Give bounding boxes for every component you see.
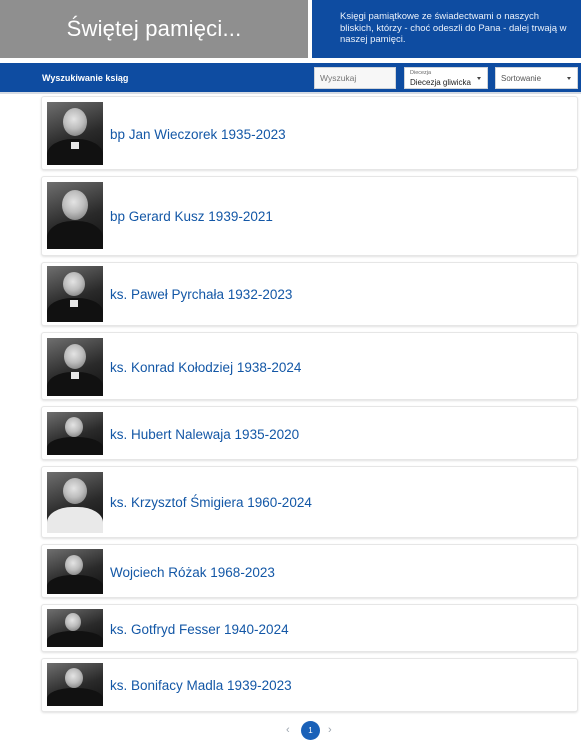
sort-select[interactable]: Sortowanie bbox=[495, 67, 578, 89]
portrait-photo bbox=[47, 549, 103, 594]
banner-title-panel: Świętej pamięci... bbox=[0, 0, 308, 58]
book-list-item[interactable]: bp Gerard Kusz 1939-2021 bbox=[41, 176, 578, 256]
current-page-button[interactable]: 1 bbox=[301, 721, 320, 740]
portrait-photo bbox=[47, 102, 103, 165]
sort-select-value: Sortowanie bbox=[501, 74, 542, 83]
portrait-photo bbox=[47, 663, 103, 706]
book-list-item[interactable]: ks. Gotfryd Fesser 1940-2024 bbox=[41, 604, 578, 652]
book-list-item[interactable]: ks. Hubert Nalewaja 1935-2020 bbox=[41, 406, 578, 460]
portrait-photo bbox=[47, 182, 103, 249]
book-list-item[interactable]: ks. Bonifacy Madla 1939-2023 bbox=[41, 658, 578, 712]
chevron-down-icon bbox=[477, 77, 481, 80]
portrait-photo bbox=[47, 338, 103, 396]
search-toolbar: Wyszukiwanie ksiąg Diecezja Diecezja gli… bbox=[0, 63, 581, 94]
book-list-item[interactable]: bp Jan Wieczorek 1935-2023 bbox=[41, 96, 578, 170]
search-section-label: Wyszukiwanie ksiąg bbox=[42, 73, 129, 83]
book-list-item[interactable]: ks. Konrad Kołodziej 1938-2024 bbox=[41, 332, 578, 400]
book-list-item[interactable]: ks. Krzysztof Śmigiera 1960-2024 bbox=[41, 466, 578, 538]
book-list-item[interactable]: ks. Paweł Pyrchała 1932-2023 bbox=[41, 262, 578, 326]
book-title-link[interactable]: bp Gerard Kusz 1939-2021 bbox=[110, 209, 273, 224]
page: Świętej pamięci... Księgi pamiątkowe ze … bbox=[0, 0, 581, 750]
diocese-select[interactable]: Diecezja Diecezja gliwicka bbox=[404, 67, 488, 89]
book-list-item[interactable]: Wojciech Różak 1968-2023 bbox=[41, 544, 578, 598]
book-title-link[interactable]: Wojciech Różak 1968-2023 bbox=[110, 565, 275, 580]
book-title-link[interactable]: ks. Gotfryd Fesser 1940-2024 bbox=[110, 622, 289, 637]
book-title-link[interactable]: bp Jan Wieczorek 1935-2023 bbox=[110, 127, 286, 142]
diocese-select-value: Diecezja gliwicka bbox=[410, 78, 471, 87]
portrait-photo bbox=[47, 472, 103, 533]
book-title-link[interactable]: ks. Hubert Nalewaja 1935-2020 bbox=[110, 427, 299, 442]
chevron-down-icon bbox=[567, 77, 571, 80]
portrait-photo bbox=[47, 266, 103, 322]
next-page-button[interactable]: › bbox=[328, 724, 332, 736]
book-title-link[interactable]: ks. Konrad Kołodziej 1938-2024 bbox=[110, 360, 301, 375]
search-input[interactable] bbox=[314, 67, 396, 89]
banner-description: Księgi pamiątkowe ze świadectwami o nasz… bbox=[312, 0, 581, 58]
book-title-link[interactable]: ks. Krzysztof Śmigiera 1960-2024 bbox=[110, 495, 312, 510]
previous-page-button[interactable]: ‹ bbox=[286, 724, 290, 736]
portrait-photo bbox=[47, 412, 103, 455]
page-title: Świętej pamięci... bbox=[66, 16, 242, 41]
pagination: ‹ 1 › bbox=[0, 721, 581, 741]
book-title-link[interactable]: ks. Bonifacy Madla 1939-2023 bbox=[110, 678, 292, 693]
book-title-link[interactable]: ks. Paweł Pyrchała 1932-2023 bbox=[110, 287, 292, 302]
diocese-select-label: Diecezja bbox=[410, 70, 432, 76]
portrait-photo bbox=[47, 609, 103, 647]
header-banner: Świętej pamięci... Księgi pamiątkowe ze … bbox=[0, 0, 581, 60]
